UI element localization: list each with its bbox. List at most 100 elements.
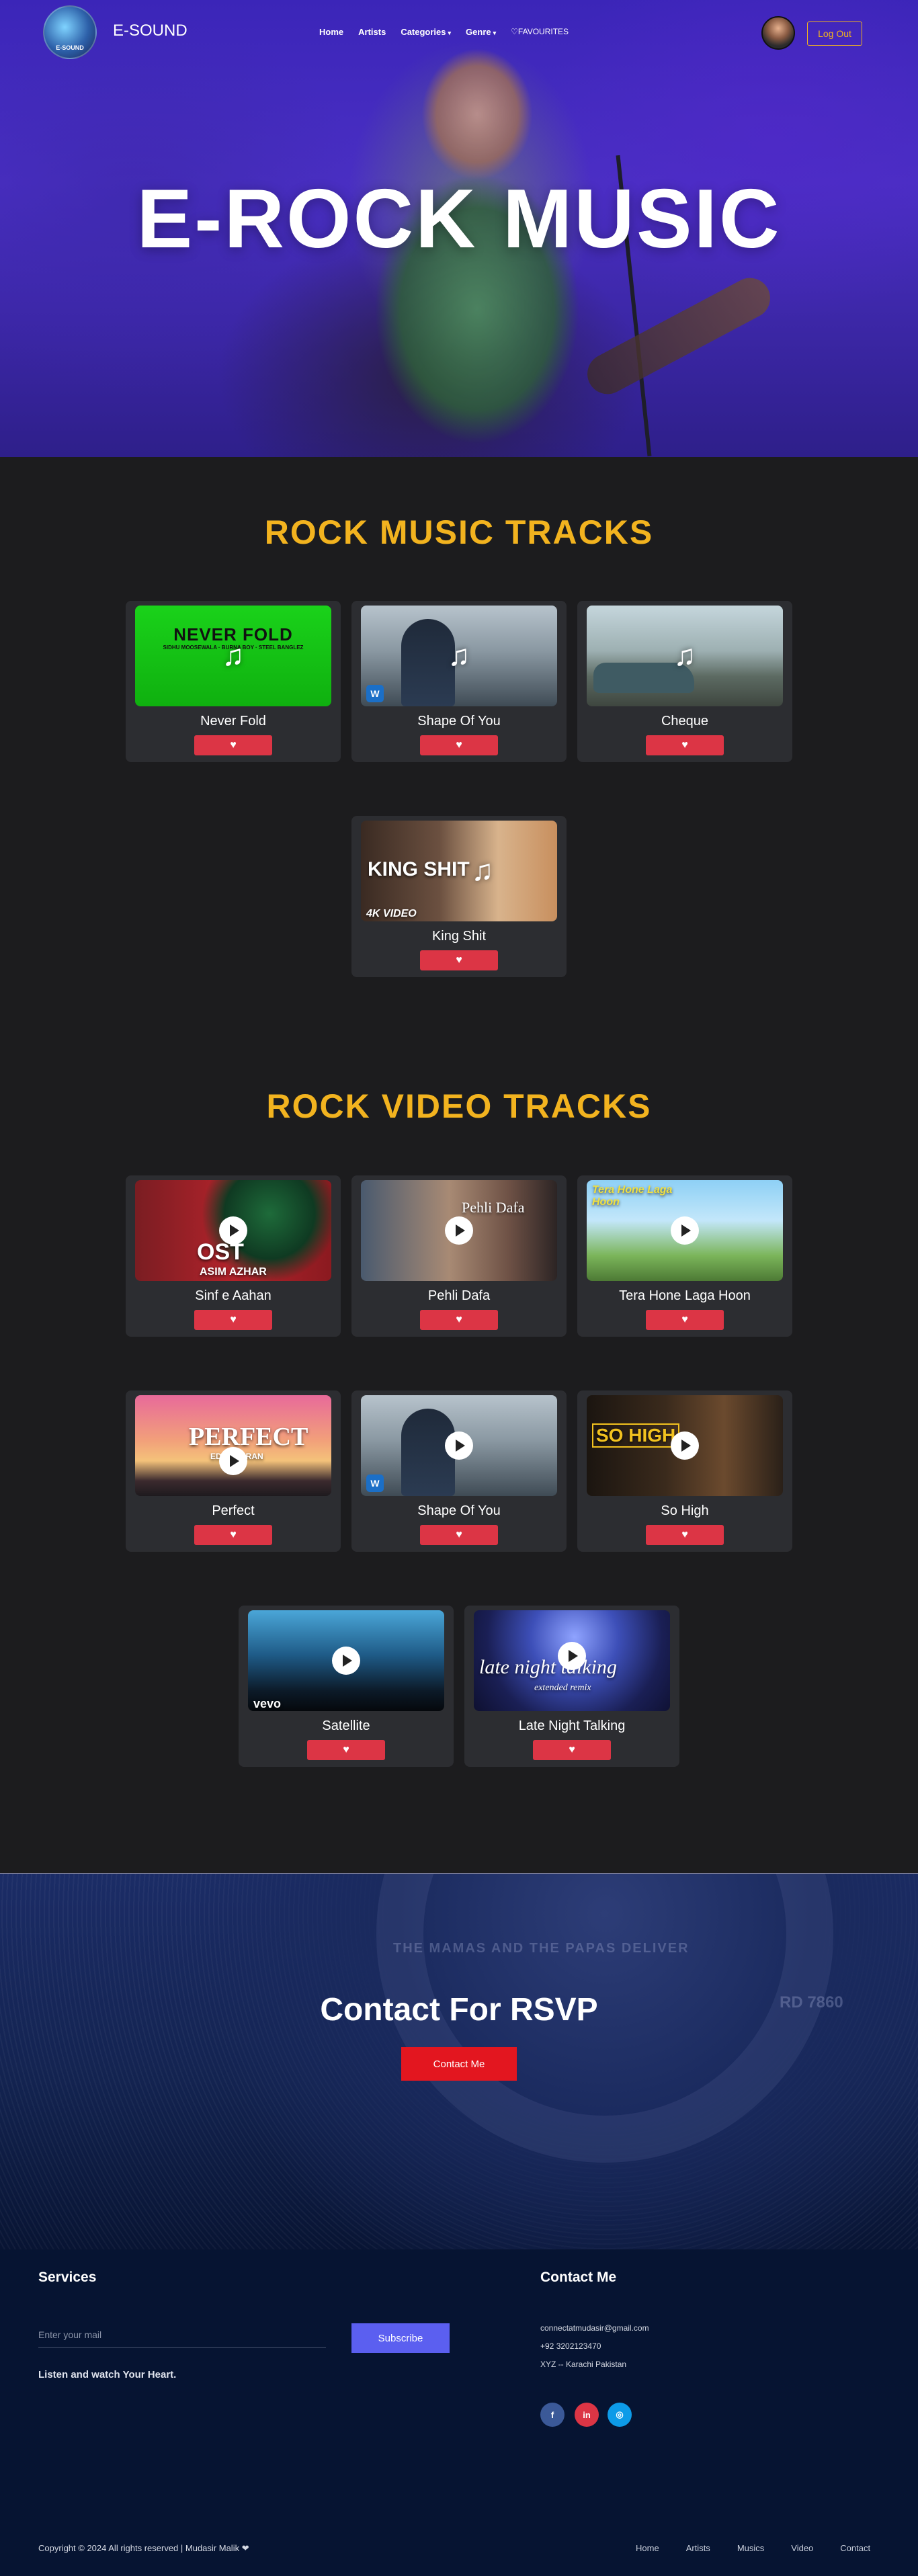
contact-me-button[interactable]: Contact Me	[401, 2047, 517, 2081]
heart-icon: ♥	[456, 1529, 462, 1540]
nav-genre-label: Genre	[466, 27, 491, 37]
nav-artists[interactable]: Artists	[358, 27, 386, 37]
chevron-down-icon: ▾	[448, 30, 452, 36]
favorite-button[interactable]: ♥	[646, 1310, 724, 1330]
music-card[interactable]: ♫ W Shape Of You ♥	[351, 601, 567, 762]
favorite-button[interactable]: ♥	[646, 735, 724, 755]
favorite-button[interactable]: ♥	[194, 1525, 272, 1545]
instagram-icon[interactable]: ◎	[608, 2403, 632, 2427]
video-card[interactable]: vevo Satellite ♥	[239, 1606, 454, 1767]
subscribe-button[interactable]: Subscribe	[351, 2323, 450, 2353]
heart-icon: ♥	[681, 1529, 688, 1540]
play-icon[interactable]	[332, 1647, 360, 1675]
favorite-button[interactable]: ♥	[420, 950, 498, 970]
music-note-icon: ♫	[471, 854, 494, 887]
chevron-down-icon: ▾	[493, 30, 497, 36]
video-thumbnail[interactable]: OST ASIM AZHAR	[135, 1180, 331, 1281]
nav-favourites[interactable]: ♡FAVOURITES	[511, 27, 569, 37]
track-thumbnail[interactable]: ♫ W	[361, 606, 557, 706]
favorite-button[interactable]: ♥	[307, 1740, 385, 1760]
track-thumbnail[interactable]: NEVER FOLD SIDHU MOOSEWALA · BURNA BOY ·…	[135, 606, 331, 706]
play-icon[interactable]	[219, 1216, 247, 1245]
track-name: King Shit	[431, 929, 487, 944]
video-card[interactable]: SO HIGH So High ♥	[577, 1390, 792, 1552]
thumb-subtitle: ASIM AZHAR	[200, 1266, 267, 1278]
music-card[interactable]: NEVER FOLD SIDHU MOOSEWALA · BURNA BOY ·…	[126, 601, 341, 762]
track-name: Satellite	[322, 1718, 370, 1733]
heart-icon: ♥	[456, 954, 462, 966]
track-name: Pehli Dafa	[427, 1288, 491, 1303]
video-card[interactable]: W Shape Of You ♥	[351, 1390, 567, 1552]
contact-email[interactable]: connectatmudasir@gmail.com	[540, 2323, 649, 2333]
logout-button[interactable]: Log Out	[807, 22, 862, 46]
music-card[interactable]: KING SHIT 4K VIDEO ♫ King Shit ♥	[351, 816, 567, 977]
brand-name[interactable]: E-SOUND	[113, 22, 187, 40]
nav-home[interactable]: Home	[319, 27, 343, 37]
video-card[interactable]: PERFECT ED SHEERAN Perfect ♥	[126, 1390, 341, 1552]
site-logo[interactable]: E-SOUND	[43, 5, 97, 59]
play-icon[interactable]	[445, 1216, 473, 1245]
video-thumbnail[interactable]: W	[361, 1395, 557, 1496]
footer-link-contact[interactable]: Contact	[840, 2543, 870, 2553]
video-thumbnail[interactable]: late night talking extended remix	[474, 1610, 670, 1711]
contact-phone: +92 3202123470	[540, 2341, 601, 2351]
favorite-button[interactable]: ♥	[194, 735, 272, 755]
footer-link-artists[interactable]: Artists	[686, 2543, 710, 2553]
warner-logo-icon: W	[366, 1474, 384, 1492]
track-thumbnail[interactable]: ♫	[587, 606, 783, 706]
video-card[interactable]: OST ASIM AZHAR Sinf e Aahan ♥	[126, 1175, 341, 1337]
nav-categories[interactable]: Categories ▾	[401, 27, 451, 37]
favorite-button[interactable]: ♥	[194, 1310, 272, 1330]
email-input[interactable]	[38, 2322, 326, 2348]
video-thumbnail[interactable]: Tera Hone Laga Hoon	[587, 1180, 783, 1281]
facebook-icon[interactable]: f	[540, 2403, 565, 2427]
video-card[interactable]: late night talking extended remix Late N…	[464, 1606, 679, 1767]
thumb-title: vevo	[253, 1697, 282, 1710]
track-thumbnail[interactable]: KING SHIT 4K VIDEO ♫	[361, 821, 557, 921]
video-card[interactable]: Tera Hone Laga Hoon Tera Hone Laga Hoon …	[577, 1175, 792, 1337]
linkedin-icon[interactable]: in	[575, 2403, 599, 2427]
thumb-title: PERFECT	[189, 1423, 308, 1451]
navbar: E-SOUND E-SOUND Home Artists Categories ▾…	[0, 0, 918, 62]
footer-link-video[interactable]: Video	[791, 2543, 813, 2553]
music-note-icon: ♫	[222, 639, 245, 672]
thumb-subtitle: 4K VIDEO	[366, 908, 417, 919]
thumb-title: SO HIGH	[592, 1423, 680, 1448]
track-name: Perfect	[212, 1503, 255, 1518]
heart-icon: ♥	[569, 1744, 575, 1755]
video-card[interactable]: Pehli Dafa Pehli Dafa ♥	[351, 1175, 567, 1337]
heart-icon: ♥	[681, 739, 688, 751]
footer-links: Home Artists Musics Video Contact	[636, 2543, 870, 2553]
logo-text: E-SOUND	[56, 44, 84, 51]
play-icon[interactable]	[671, 1431, 699, 1460]
nav-categories-label: Categories	[401, 27, 446, 37]
heart-icon: ♥	[230, 1314, 237, 1325]
nav-links: Home Artists Categories ▾ Genre ▾ ♡FAVOURI…	[319, 27, 569, 37]
footer-link-musics[interactable]: Musics	[737, 2543, 764, 2553]
favorite-button[interactable]: ♥	[420, 735, 498, 755]
video-thumbnail[interactable]: SO HIGH	[587, 1395, 783, 1496]
favorite-button[interactable]: ♥	[533, 1740, 611, 1760]
contact-address: XYZ -- Karachi Pakistan	[540, 2360, 627, 2369]
video-thumbnail[interactable]: PERFECT ED SHEERAN	[135, 1395, 331, 1496]
play-icon[interactable]	[219, 1446, 247, 1475]
favorite-button[interactable]: ♥	[420, 1525, 498, 1545]
rsvp-section: THE MAMAS AND THE PAPAS DELIVER RD 7860 …	[0, 1873, 918, 2249]
thumb-title: Tera Hone Laga Hoon	[592, 1184, 673, 1208]
music-card[interactable]: ♫ Cheque ♥	[577, 601, 792, 762]
heart-icon: ♥	[681, 1314, 688, 1325]
track-name: Cheque	[661, 714, 709, 729]
video-thumbnail[interactable]: Pehli Dafa	[361, 1180, 557, 1281]
play-icon[interactable]	[445, 1431, 473, 1460]
thumb-title: late night talking	[479, 1656, 617, 1678]
thumb-title: KING SHIT	[368, 858, 470, 880]
user-avatar[interactable]	[761, 16, 795, 50]
play-icon[interactable]	[558, 1641, 586, 1670]
favorite-button[interactable]: ♥	[420, 1310, 498, 1330]
nav-genre[interactable]: Genre ▾	[466, 27, 496, 37]
record-label-text: THE MAMAS AND THE PAPAS DELIVER	[393, 1941, 690, 1956]
video-thumbnail[interactable]: vevo	[248, 1610, 444, 1711]
favorite-button[interactable]: ♥	[646, 1525, 724, 1545]
play-icon[interactable]	[671, 1216, 699, 1245]
footer-link-home[interactable]: Home	[636, 2543, 659, 2553]
